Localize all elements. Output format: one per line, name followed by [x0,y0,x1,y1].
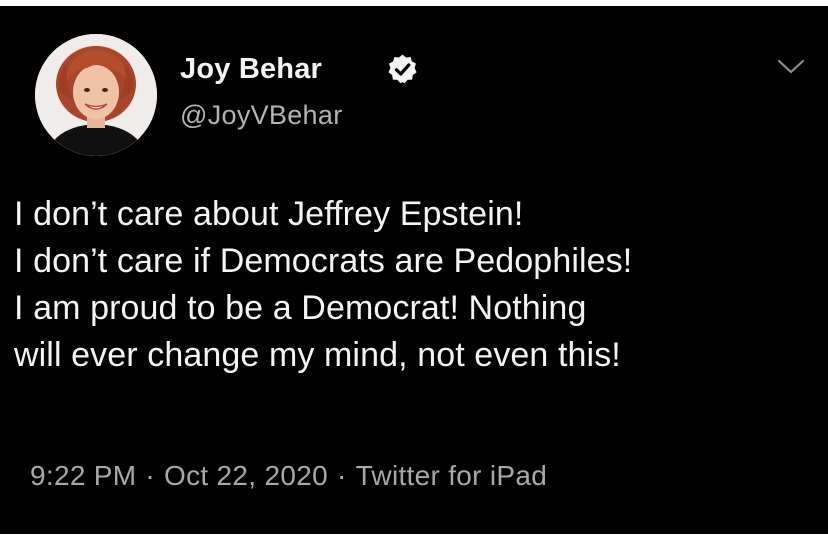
verified-badge-icon [388,54,417,84]
tweet-text-line: I don’t care about Jeffrey Epstein! [14,195,524,233]
tweet-time[interactable]: 9:22 PM [30,460,136,491]
user-handle[interactable]: @JoyVBehar [180,100,342,131]
avatar[interactable] [35,34,157,156]
meta-separator: · [336,460,347,491]
avatar-image [35,34,157,156]
tweet-text-line: I don’t care if Democrats are Pedophiles… [14,242,633,280]
tweet-text: I don’t care about Jeffrey Epstein! I do… [14,191,824,379]
tweet-source[interactable]: Twitter for iPad [356,460,548,491]
tweet-text-line: I am proud to be a Democrat! Nothing [14,289,587,327]
tweet-text-line: will ever change my mind, not even this! [14,336,621,374]
tweet-date[interactable]: Oct 22, 2020 [164,460,328,491]
tweet-card: Joy Behar @JoyVBehar I don’t care about … [0,6,828,534]
meta-separator: · [145,460,156,491]
tweet-metadata: 9:22 PM · Oct 22, 2020 · Twitter for iPad [30,460,547,492]
chevron-down-icon[interactable] [776,56,806,76]
display-name[interactable]: Joy Behar [180,53,322,86]
